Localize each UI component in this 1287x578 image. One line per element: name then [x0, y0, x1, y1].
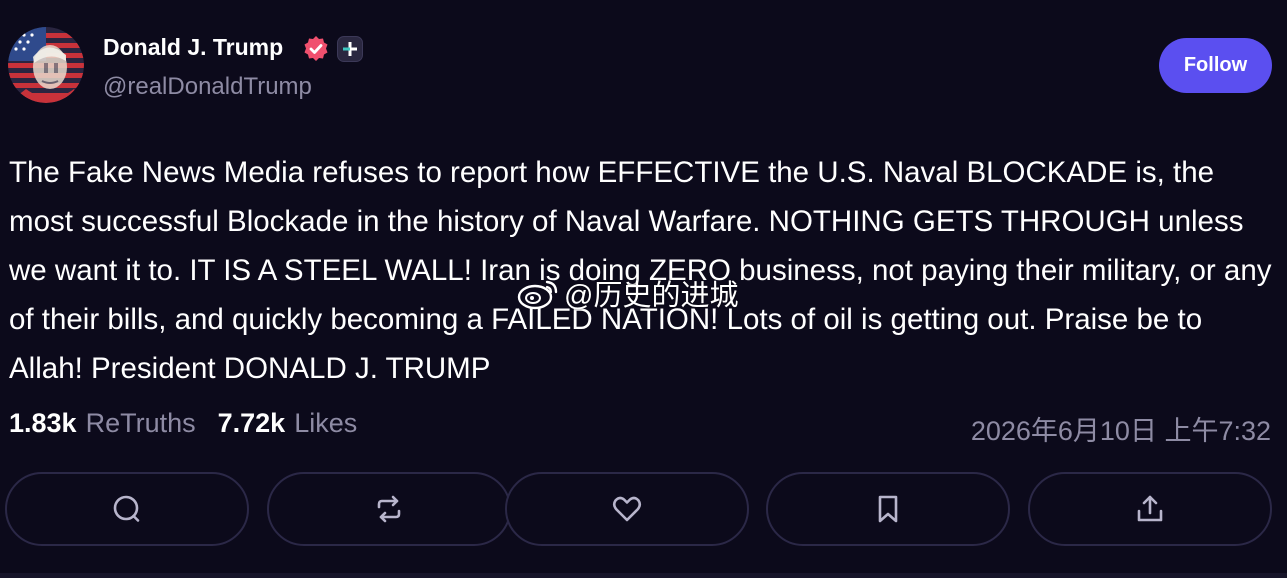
verified-badge-icon [302, 35, 330, 63]
avatar[interactable] [8, 27, 84, 103]
likes-label[interactable]: Likes [294, 408, 357, 439]
reply-button[interactable] [5, 472, 249, 546]
post-stats: 1.83k ReTruths 7.72k Likes [9, 408, 357, 439]
user-handle[interactable]: @realDonaldTrump [103, 73, 312, 101]
likes-count[interactable]: 7.72k [218, 408, 286, 439]
retruth-icon [377, 495, 401, 523]
flag-portrait-avatar [8, 27, 84, 103]
retruths-count[interactable]: 1.83k [9, 408, 77, 439]
plus-badge-icon [337, 36, 363, 62]
heart-icon [612, 496, 642, 522]
bookmark-icon [878, 495, 898, 523]
retruth-button[interactable] [267, 472, 511, 546]
action-bar [5, 472, 1275, 548]
share-icon [1137, 495, 1163, 522]
follow-button[interactable]: Follow [1159, 38, 1272, 93]
post-timestamp: 2026年6月10日 上午7:32 [970, 416, 1271, 446]
reply-icon [113, 495, 140, 522]
post-text: The Fake News Media refuses to report ho… [9, 156, 1272, 385]
retruths-label[interactable]: ReTruths [86, 408, 196, 439]
like-button[interactable] [505, 472, 749, 546]
share-button[interactable] [1028, 472, 1272, 546]
weibo-logo-icon [517, 280, 558, 310]
bookmark-button[interactable] [766, 472, 1010, 546]
display-name[interactable]: Donald J. Trump [103, 34, 283, 61]
watermark: @历史的进城 [516, 272, 738, 314]
watermark-text: @历史的进城 [564, 280, 739, 312]
divider [0, 573, 1287, 578]
